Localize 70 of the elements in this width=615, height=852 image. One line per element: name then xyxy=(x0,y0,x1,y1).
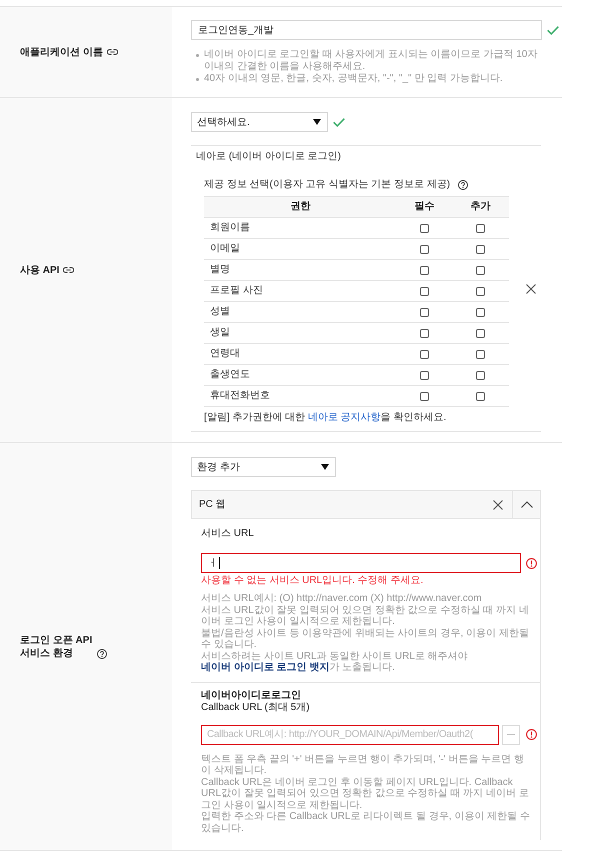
hint-text: 서비스하려는 사이트 URL과 동일한 사이트 URL로 해주셔야 네이버 아이디로 로그인 뱃지가 노출됩니다. xyxy=(201,650,469,674)
hint-text: 텍스트 폼 우측 끝의 '+' 버튼을 누르면 행이 추가되며, '-' 버튼을 누르면 행이 삭제됩니다. xyxy=(201,754,525,776)
table-cell: 프로필 사진 xyxy=(210,285,263,297)
field-label: 사용 API xyxy=(20,264,60,276)
link-icon[interactable] xyxy=(106,49,118,55)
badge-link[interactable]: 네이버 아이디로 로그인 뱃지 xyxy=(201,662,330,673)
section-subtitle: 제공 정보 선택(이용자 고유 식별자는 기본 정보로 제공) xyxy=(204,178,450,192)
app-name-input[interactable]: 로그인연동_개발 xyxy=(191,20,542,40)
field-subtitle: Callback URL (최대 5개) xyxy=(201,702,311,714)
checkbox[interactable] xyxy=(476,266,485,274)
help-icon[interactable] xyxy=(97,648,108,658)
column-header: 권한 xyxy=(290,201,310,213)
error-text: 사용할 수 없는 서비스 URL입니다. 수정해 주세요. xyxy=(201,575,424,587)
hint-text: 서비스 URL값이 잘못 입력되어 있으면 정확한 값으로 수정하실 때 까지 네이버 로그인 사용이 일시적으로 제한됩니다. xyxy=(201,604,530,628)
table-cell: 회원이름 xyxy=(210,222,250,234)
bullet-icon xyxy=(196,78,199,81)
hint-text: 입력한 주소와 다른 Callback URL로 리다이렉트 될 경우, 이용이 제한될 수 있습니다. xyxy=(201,811,531,834)
checkbox[interactable] xyxy=(420,370,429,380)
hint-text: Callback URL은 네이버 로그인 후 이동할 페이지 URL입니다. Callback URL값이 잘못 입력되어 있으면 정확한 값으로 수정하실 때 까지 네이버 로그인 사용이 일시적으로 제한됩니다. xyxy=(201,776,530,811)
close-icon[interactable] xyxy=(526,284,536,294)
field-title: 서비스 URL xyxy=(201,528,255,540)
checkbox[interactable] xyxy=(420,328,429,338)
checkbox[interactable] xyxy=(420,266,429,274)
table-cell: 이메일 xyxy=(210,243,240,255)
hint-text: 불법/음란성 사이트 등 이용약관에 위배되는 사이트의 경우, 이용이 제한될 수 있습니다. xyxy=(201,628,530,650)
checkbox[interactable] xyxy=(476,308,485,316)
caret-icon xyxy=(321,464,329,470)
field-label: 로그인 오픈 API 서비스 환경 xyxy=(20,634,92,660)
checkbox[interactable] xyxy=(420,308,429,316)
checkbox[interactable] xyxy=(476,224,485,232)
checkbox[interactable] xyxy=(420,350,429,358)
callback-url-input[interactable]: Callback URL예시: http://YOUR_DOMAIN/Api/Member/Oauth2( xyxy=(201,724,499,744)
checkbox[interactable] xyxy=(420,224,429,232)
checkbox[interactable] xyxy=(420,244,429,254)
link-icon[interactable] xyxy=(63,267,74,273)
hint-text: 서비스 URL예시: (O) http://naver.com (X) http://www.naver.com xyxy=(201,593,483,604)
checkbox[interactable] xyxy=(476,328,485,338)
table-cell: 성별 xyxy=(210,306,230,318)
checkbox[interactable] xyxy=(476,370,485,380)
checkbox[interactable] xyxy=(476,350,485,358)
field-title: 네이버아이디로로그인 xyxy=(201,690,302,702)
hint-text: 네이버 아이디로 로그인할 때 사용자에게 표시되는 이름이므로 가급적 10자 이내의 간결한 이름을 사용해주세요. xyxy=(204,49,538,73)
error-icon xyxy=(526,729,537,740)
checkbox[interactable] xyxy=(420,286,429,296)
column-header: 필수 xyxy=(414,201,434,213)
section-title: 네아로 (네이버 아이디로 로그인) xyxy=(195,151,342,163)
notice-link[interactable]: 네아로 공지사항 xyxy=(308,412,381,423)
hint-text: 40자 이내의 영문, 한글, 숫자, 공백문자, "-", "_" 만 입력 가능합니다. xyxy=(204,73,503,85)
bullet-icon xyxy=(196,54,199,57)
table-cell: 별명 xyxy=(210,264,230,276)
panel-title: PC 웹 xyxy=(198,498,227,510)
table-cell: 휴대전화번호 xyxy=(210,390,270,402)
checkbox[interactable] xyxy=(476,244,485,254)
column-header: 추가 xyxy=(470,201,490,213)
checkbox[interactable] xyxy=(420,392,429,400)
close-icon[interactable] xyxy=(493,500,503,510)
error-icon xyxy=(526,558,537,568)
notice-text: [알림] 추가권한에 대한 네아로 공지사항을 확인하세요. xyxy=(204,412,448,424)
api-select[interactable]: 선택하세요. xyxy=(191,112,328,132)
table-cell: 연령대 xyxy=(210,348,240,360)
checkbox[interactable] xyxy=(476,392,485,400)
table-cell: 생일 xyxy=(210,327,230,339)
field-label: 애플리케이션 이름 xyxy=(20,46,103,58)
service-url-input[interactable]: ㅓ xyxy=(201,553,521,573)
environment-select[interactable]: 환경 추가 xyxy=(191,457,336,477)
caret-icon xyxy=(313,119,321,125)
minus-icon xyxy=(506,734,515,735)
help-icon[interactable] xyxy=(458,180,468,190)
checkbox[interactable] xyxy=(476,286,485,296)
table-cell: 출생연도 xyxy=(210,369,250,381)
